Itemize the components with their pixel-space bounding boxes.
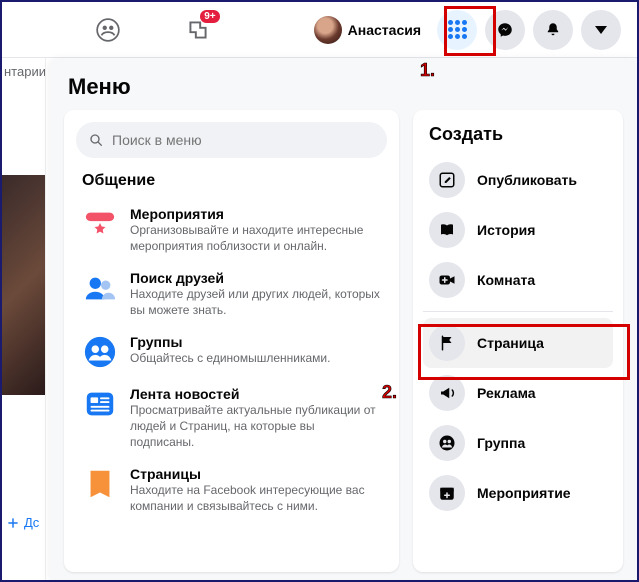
menu-item-pages[interactable]: Страницы Находите на Facebook интересующ… [76, 458, 387, 522]
create-label: Комната [477, 272, 535, 288]
create-label: Опубликовать [477, 172, 577, 188]
create-ad[interactable]: Реклама [423, 368, 613, 418]
calendar-plus-icon [429, 475, 465, 511]
book-icon [429, 212, 465, 248]
menu-item-find-friends[interactable]: Поиск друзей Находите друзей или других … [76, 262, 387, 326]
create-event[interactable]: Мероприятие [423, 468, 613, 518]
messenger-icon [496, 21, 514, 39]
search-input[interactable] [112, 132, 375, 148]
annotation-label-1: 1. [420, 60, 435, 81]
item-desc: Общайтесь с единомышленниками. [130, 351, 381, 367]
create-page[interactable]: Страница [423, 318, 613, 368]
avatar [314, 16, 342, 44]
notifications-button[interactable] [533, 10, 573, 50]
menu-left-column: Общение Мероприятия Организовывайте и на… [64, 110, 399, 572]
menu-title: Меню [68, 74, 623, 100]
item-title: Группы [130, 334, 381, 350]
menu-panel: Меню Общение Мероприятия Организовывайте… [50, 58, 637, 580]
flag-icon [429, 325, 465, 361]
group-icon [429, 425, 465, 461]
video-plus-icon [429, 262, 465, 298]
section-heading: Общение [82, 172, 387, 190]
gaming-tab[interactable]: 9+ [158, 6, 238, 54]
create-label: Реклама [477, 385, 536, 401]
create-group[interactable]: Группа [423, 418, 613, 468]
groups-tab[interactable] [68, 6, 148, 54]
groups-icon [82, 334, 118, 370]
left-image-preview [2, 175, 46, 395]
topbar: 9+ Анастасия [2, 2, 637, 58]
gaming-badge: 9+ [200, 10, 219, 23]
chevron-down-icon [595, 26, 607, 34]
annotation-label-2: 2. [382, 382, 397, 403]
item-desc: Находите на Facebook интересующие вас ко… [130, 483, 381, 514]
menu-item-events[interactable]: Мероприятия Организовывайте и находите и… [76, 198, 387, 262]
menu-button[interactable] [437, 10, 477, 50]
account-button[interactable] [581, 10, 621, 50]
compose-icon [429, 162, 465, 198]
left-action-fragment[interactable]: Дс [6, 515, 39, 530]
left-partial-strip: нтарии Дс [2, 58, 46, 580]
item-title: Поиск друзей [130, 270, 381, 286]
groups-icon [95, 17, 121, 43]
menu-item-newsfeed[interactable]: Лента новостей Просматривайте актуальные… [76, 378, 387, 458]
create-post[interactable]: Опубликовать [423, 155, 613, 205]
menu-grid-icon [448, 20, 467, 39]
item-title: Лента новостей [130, 386, 381, 402]
create-label: История [477, 222, 535, 238]
messenger-button[interactable] [485, 10, 525, 50]
menu-right-column: Создать Опубликовать История Комната [413, 110, 623, 572]
pages-icon [82, 466, 118, 502]
friends-icon [82, 270, 118, 306]
menu-search[interactable] [76, 122, 387, 158]
item-desc: Просматривайте актуальные публикации от … [130, 403, 381, 450]
menu-item-groups[interactable]: Группы Общайтесь с единомышленниками. [76, 326, 387, 378]
newsfeed-icon [82, 386, 118, 422]
divider [423, 311, 613, 312]
create-label: Мероприятие [477, 485, 571, 501]
create-heading: Создать [429, 124, 613, 145]
bell-icon [544, 21, 562, 39]
item-title: Мероприятия [130, 206, 381, 222]
create-label: Страница [477, 335, 544, 351]
profile-chip[interactable]: Анастасия [306, 12, 429, 48]
plus-icon [6, 516, 20, 530]
create-label: Группа [477, 435, 525, 451]
megaphone-icon [429, 375, 465, 411]
events-icon [82, 206, 118, 242]
create-story[interactable]: История [423, 205, 613, 255]
search-icon [88, 132, 104, 148]
item-desc: Организовывайте и находите интересные ме… [130, 223, 381, 254]
left-text-fragment: нтарии [2, 58, 45, 85]
item-desc: Находите друзей или других людей, которы… [130, 287, 381, 318]
item-title: Страницы [130, 466, 381, 482]
create-room[interactable]: Комната [423, 255, 613, 305]
profile-name: Анастасия [348, 22, 421, 38]
